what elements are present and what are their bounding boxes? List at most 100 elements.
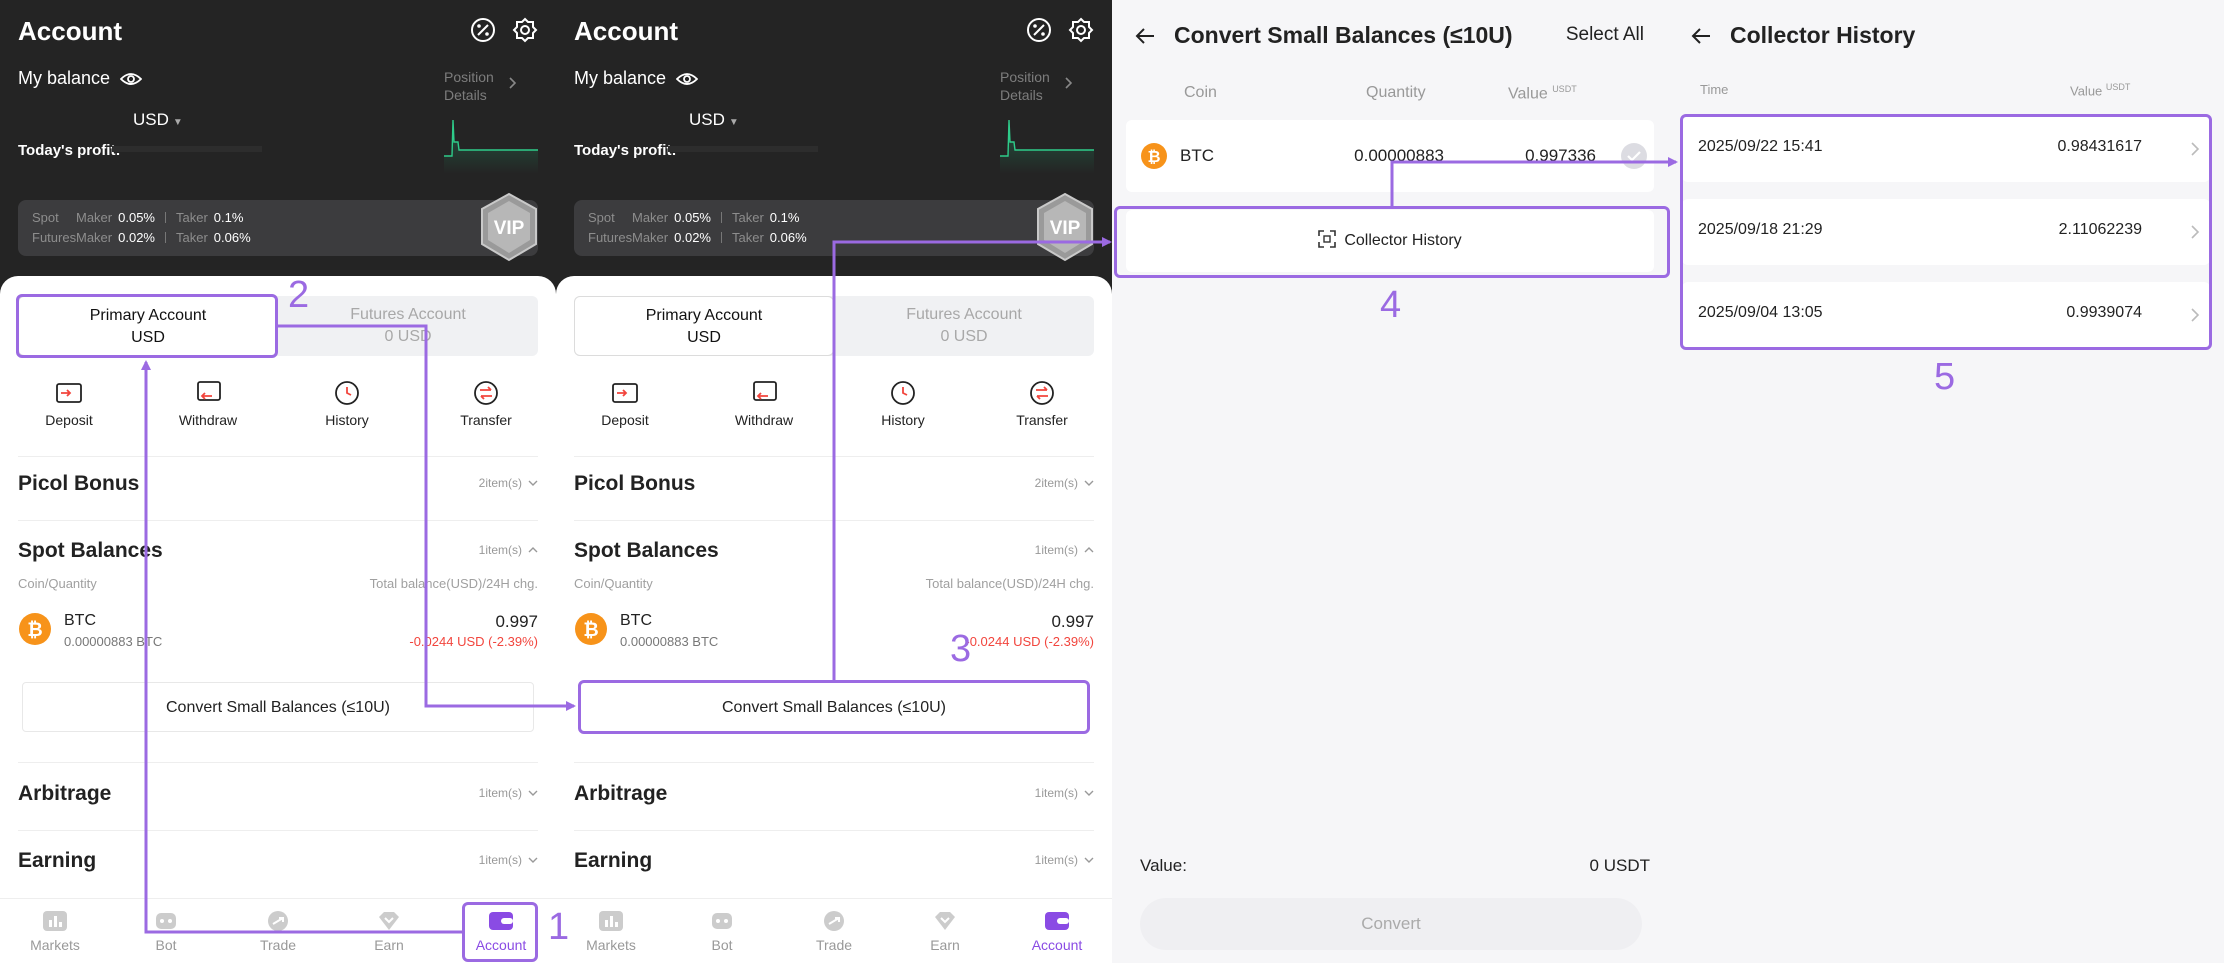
nav-earn[interactable]: Earn (347, 909, 431, 953)
table-row[interactable]: 2025/09/04 13:05 0.9939074 (1682, 282, 2210, 348)
nav-trade[interactable]: Trade (236, 909, 320, 953)
arbitrage-toggle[interactable]: 1item(s) (479, 786, 538, 800)
divider (18, 520, 538, 521)
account-header: Account My balance Position Details USD ▼… (0, 0, 556, 295)
table-row[interactable]: 2025/09/22 15:41 0.98431617 (1682, 116, 2210, 182)
divider (18, 456, 538, 457)
coin-name: BTC (64, 612, 96, 629)
nav-bot[interactable]: Bot (124, 909, 208, 953)
coin-quantity: 0.00000883 BTC (64, 634, 163, 649)
currency-select[interactable]: USD ▼ (689, 110, 739, 130)
col-value: Value USDT (2070, 82, 2131, 99)
svg-text:VIP: VIP (494, 218, 525, 239)
table-row[interactable]: 2025/09/18 21:29 2.11062239 (1682, 199, 2210, 265)
scan-icon (1318, 230, 1337, 249)
nav-earn[interactable]: Earn (903, 909, 987, 953)
coin-value: 0.997 (495, 612, 538, 631)
convert-small-balances-button[interactable]: Convert Small Balances (≤10U) (578, 682, 1090, 732)
quick-actions: Deposit Withdraw History Transfer (556, 380, 1112, 432)
earning-toggle[interactable]: 1item(s) (1035, 853, 1094, 867)
nav-account[interactable]: Account (459, 909, 543, 953)
chevron-down-icon (1084, 857, 1094, 863)
value-total: 0 USDT (1589, 856, 1650, 875)
svg-text:₿: ₿ (583, 620, 598, 641)
nav-account[interactable]: Account (1015, 909, 1099, 953)
arbitrage-title: Arbitrage (18, 782, 112, 805)
convert-topbar: Convert Small Balances (≤10U) Select All (1112, 0, 1668, 72)
col-coin-quantity: Coin/Quantity (574, 576, 653, 591)
vip-badge[interactable]: VIP (478, 192, 540, 262)
chevron-right-icon (2191, 308, 2200, 322)
collector-history-screen: Collector History Time Value USDT 2025/0… (1668, 0, 2224, 963)
deposit-button[interactable]: Deposit (570, 380, 680, 428)
chevron-down-icon (1084, 480, 1094, 486)
back-arrow-icon[interactable] (1134, 26, 1156, 46)
withdraw-icon (753, 381, 777, 401)
history-button[interactable]: History (848, 380, 958, 428)
coin-name: BTC (620, 612, 652, 629)
spot-balances-toggle[interactable]: 1item(s) (479, 543, 538, 557)
tab-futures-account[interactable]: Futures Account 0 USD (278, 296, 538, 356)
convert-button[interactable]: Convert (1140, 898, 1642, 950)
picol-bonus-title: Picol Bonus (574, 472, 696, 495)
markets-icon (43, 911, 67, 931)
deposit-icon (612, 383, 638, 403)
eye-icon[interactable] (120, 71, 143, 87)
check-circle-icon[interactable] (1620, 142, 1648, 170)
account-tabs: Primary Account USD Futures Account 0 USD (574, 296, 1094, 356)
transfer-button[interactable]: Transfer (987, 380, 1097, 428)
position-details-link[interactable]: Position Details (1000, 68, 1064, 104)
earning-title: Earning (574, 849, 653, 872)
chevron-down-icon (1084, 790, 1094, 796)
spot-balances-toggle[interactable]: 1item(s) (1035, 543, 1094, 557)
col-quantity: Quantity (1366, 84, 1426, 101)
history-button[interactable]: History (292, 380, 402, 428)
history-value: 0.98431617 (2057, 138, 2142, 155)
page-title: Account (18, 16, 122, 46)
convert-small-balances-button[interactable]: Convert Small Balances (≤10U) (22, 682, 534, 732)
discount-icon[interactable] (1026, 17, 1052, 43)
clock-icon (891, 381, 915, 405)
btc-coin-icon: ₿ (575, 613, 607, 645)
select-all-button[interactable]: Select All (1566, 24, 1644, 46)
markets-icon (599, 911, 623, 931)
my-balance-label: My balance (574, 68, 667, 88)
divider (574, 456, 1094, 457)
nav-markets[interactable]: Markets (13, 909, 97, 953)
tab-primary-account[interactable]: Primary Account USD (574, 296, 834, 356)
picol-bonus-toggle[interactable]: 2item(s) (479, 476, 538, 490)
collector-history-button[interactable]: Collector History (1126, 210, 1654, 272)
nav-trade[interactable]: Trade (792, 909, 876, 953)
my-balance-label: My balance (18, 68, 111, 88)
earning-toggle[interactable]: 1item(s) (479, 853, 538, 867)
gear-icon[interactable] (512, 17, 538, 43)
transfer-icon (474, 381, 498, 405)
arbitrage-toggle[interactable]: 1item(s) (1035, 786, 1094, 800)
deposit-button[interactable]: Deposit (14, 380, 124, 428)
discount-icon[interactable] (470, 17, 496, 43)
picol-bonus-toggle[interactable]: 2item(s) (1035, 476, 1094, 490)
step-number-1: 1 (548, 906, 570, 948)
dropdown-caret-icon: ▼ (172, 117, 183, 128)
tab-futures-account[interactable]: Futures Account 0 USD (834, 296, 1094, 356)
tab-primary-account[interactable]: Primary Account USD (18, 296, 278, 356)
currency-select[interactable]: USD ▼ (133, 110, 183, 130)
bot-icon (712, 913, 732, 929)
position-details-link[interactable]: Position Details (444, 68, 508, 104)
withdraw-button[interactable]: Withdraw (153, 380, 263, 428)
account-screen-1: Account My balance Position Details USD ▼… (0, 0, 556, 963)
nav-markets[interactable]: Markets (569, 909, 653, 953)
withdraw-button[interactable]: Withdraw (709, 380, 819, 428)
nav-bot[interactable]: Bot (680, 909, 764, 953)
todays-profit-label: Today's profit: (574, 142, 677, 159)
coin-change: -0.0244 USD (-2.39%) (965, 634, 1094, 649)
chevron-down-icon (528, 857, 538, 863)
eye-icon[interactable] (676, 71, 699, 87)
transfer-button[interactable]: Transfer (431, 380, 541, 428)
svg-text:₿: ₿ (27, 620, 42, 641)
list-item[interactable]: ₿ BTC 0.00000883 0.997336 (1126, 120, 1654, 192)
vip-badge[interactable]: VIP (1034, 192, 1096, 262)
back-arrow-icon[interactable] (1690, 26, 1712, 46)
fee-rates: Spot Maker 0.05% Taker 0.1% Futures Maker 0.02… (18, 200, 538, 256)
gear-icon[interactable] (1068, 17, 1094, 43)
